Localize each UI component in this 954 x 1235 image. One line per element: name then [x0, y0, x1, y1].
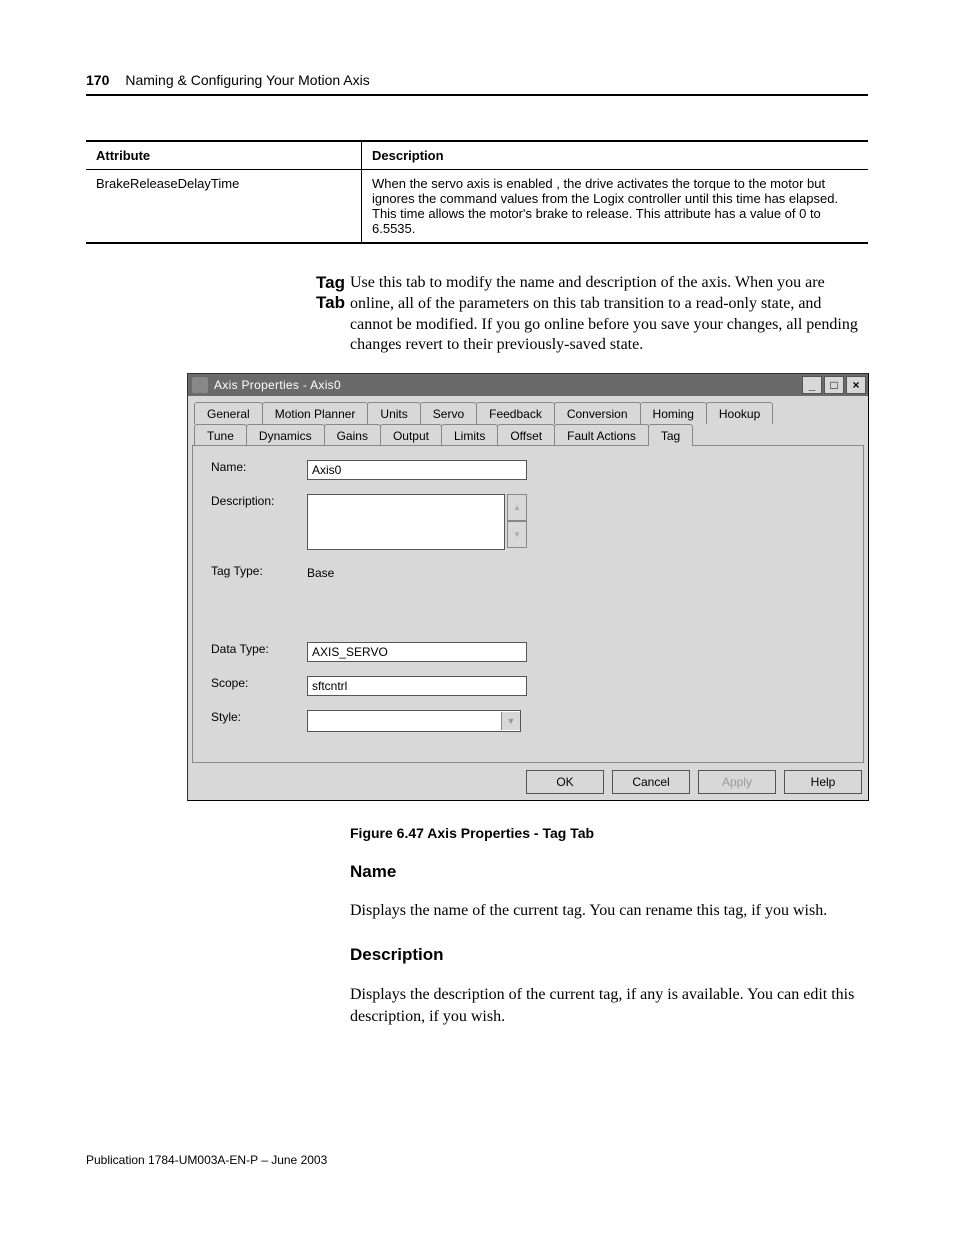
label-data-type: Data Type: — [211, 642, 307, 656]
tab-tag[interactable]: Tag — [648, 424, 693, 446]
attr-col-header: Attribute — [86, 141, 362, 170]
tab-row-2: Tune Dynamics Gains Output Limits Offset… — [188, 424, 868, 446]
tab-homing[interactable]: Homing — [640, 402, 707, 424]
attr-cell: BrakeReleaseDelayTime — [86, 170, 362, 244]
tab-gains[interactable]: Gains — [324, 424, 381, 446]
tab-panel: Name: Description: ▲ ▼ Tag Type: B — [192, 445, 864, 763]
heading-name: Name — [350, 862, 396, 882]
name-input[interactable] — [307, 460, 527, 480]
help-button[interactable]: Help — [784, 770, 862, 794]
tab-tune[interactable]: Tune — [194, 424, 247, 446]
label-tag-type: Tag Type: — [211, 564, 307, 578]
section-intro: Use this tab to modify the name and desc… — [350, 273, 868, 356]
label-name: Name: — [211, 460, 307, 474]
page: 170 Naming & Configuring Your Motion Axi… — [0, 0, 954, 1235]
description-scroll: ▲ ▼ — [507, 494, 527, 548]
scope-input[interactable] — [307, 676, 527, 696]
tab-conversion[interactable]: Conversion — [554, 402, 641, 424]
heading-description: Description — [350, 945, 444, 965]
field-name: Name: — [211, 460, 845, 480]
tab-servo[interactable]: Servo — [420, 402, 477, 424]
label-style: Style: — [211, 710, 307, 724]
figure-caption: Figure 6.47 Axis Properties - Tag Tab — [350, 825, 594, 841]
publication-footer: Publication 1784-UM003A-EN-P – June 2003 — [86, 1153, 327, 1167]
maximize-button[interactable]: □ — [824, 376, 844, 394]
section-side-title: Tag Tab — [285, 273, 345, 313]
chapter-title: Naming & Configuring Your Motion Axis — [125, 72, 369, 88]
tab-feedback[interactable]: Feedback — [476, 402, 555, 424]
data-type-input[interactable] — [307, 642, 527, 662]
tab-hookup[interactable]: Hookup — [706, 402, 773, 424]
tab-fault-actions[interactable]: Fault Actions — [554, 424, 649, 446]
window-title: Axis Properties - Axis0 — [214, 378, 802, 392]
app-icon — [192, 377, 208, 393]
field-scope: Scope: — [211, 676, 845, 696]
style-select[interactable]: ▼ — [307, 710, 521, 732]
field-style: Style: ▼ — [211, 710, 845, 732]
scroll-down-icon[interactable]: ▼ — [507, 521, 527, 548]
tab-general[interactable]: General — [194, 402, 263, 424]
label-scope: Scope: — [211, 676, 307, 690]
table-row: BrakeReleaseDelayTime When the servo axi… — [86, 170, 868, 244]
description-input[interactable] — [307, 494, 505, 550]
para-description: Displays the description of the current … — [350, 984, 868, 1027]
tab-units[interactable]: Units — [367, 402, 420, 424]
tag-type-value: Base — [307, 564, 334, 582]
desc-col-header: Description — [362, 141, 869, 170]
window-controls: _ □ × — [802, 376, 868, 394]
tab-output[interactable]: Output — [380, 424, 442, 446]
tab-dynamics[interactable]: Dynamics — [246, 424, 325, 446]
desc-cell: When the servo axis is enabled , the dri… — [362, 170, 869, 244]
tab-offset[interactable]: Offset — [497, 424, 555, 446]
page-header: 170 Naming & Configuring Your Motion Axi… — [86, 72, 868, 96]
tab-motion-planner[interactable]: Motion Planner — [262, 402, 369, 424]
cancel-button[interactable]: Cancel — [612, 770, 690, 794]
field-data-type: Data Type: — [211, 642, 845, 662]
axis-properties-window: Axis Properties - Axis0 _ □ × General Mo… — [187, 373, 869, 801]
chevron-down-icon: ▼ — [501, 712, 520, 730]
label-description: Description: — [211, 494, 307, 508]
tab-limits[interactable]: Limits — [441, 424, 498, 446]
tab-row-1: General Motion Planner Units Servo Feedb… — [188, 402, 868, 424]
para-name: Displays the name of the current tag. Yo… — [350, 900, 868, 922]
scroll-up-icon[interactable]: ▲ — [507, 494, 527, 521]
apply-button[interactable]: Apply — [698, 770, 776, 794]
field-tag-type: Tag Type: Base — [211, 564, 845, 582]
minimize-button[interactable]: _ — [802, 376, 822, 394]
titlebar: Axis Properties - Axis0 _ □ × — [188, 374, 868, 396]
ok-button[interactable]: OK — [526, 770, 604, 794]
dialog-buttons: OK Cancel Apply Help — [188, 764, 868, 800]
field-description: Description: ▲ ▼ — [211, 494, 845, 550]
attribute-table: Attribute Description BrakeReleaseDelayT… — [86, 140, 868, 244]
tab-strip: General Motion Planner Units Servo Feedb… — [188, 396, 868, 764]
page-number: 170 — [86, 72, 109, 88]
close-button[interactable]: × — [846, 376, 866, 394]
